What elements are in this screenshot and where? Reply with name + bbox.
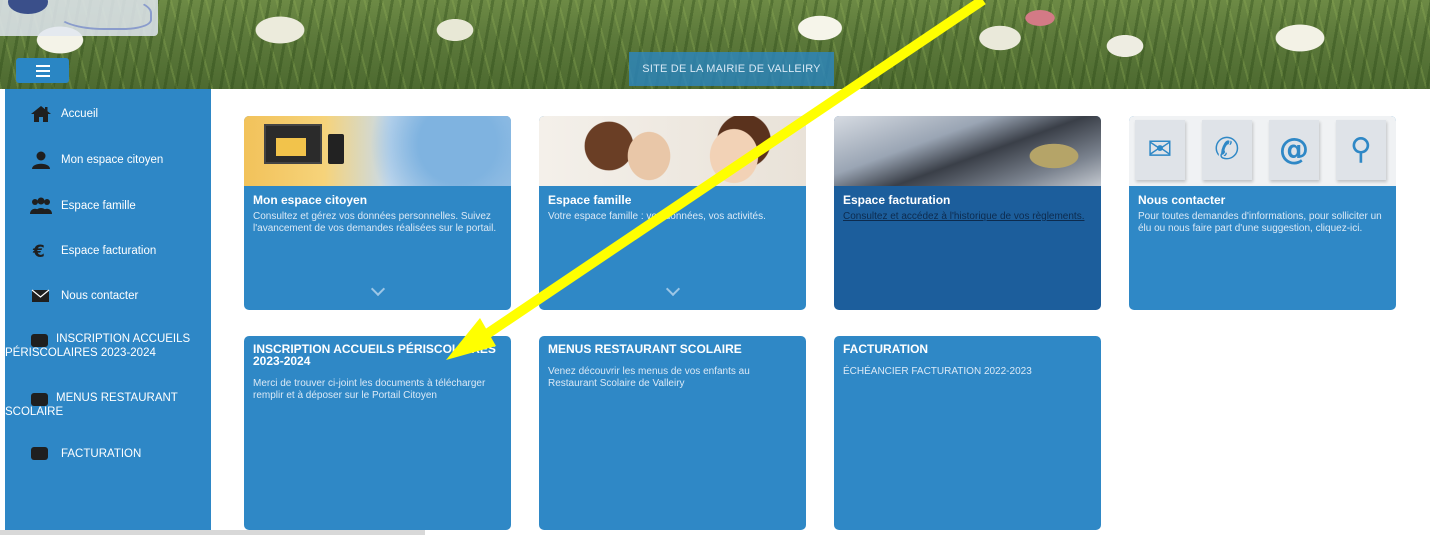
citoyen-image	[244, 116, 511, 186]
family-icon	[30, 197, 52, 214]
svg-text:€: €	[32, 242, 45, 260]
horizontal-scrollbar[interactable]	[0, 530, 425, 535]
sidebar-item-inscription-periscolaires[interactable]: INSCRIPTION ACCUEILS PÉRISCOLAIRES 2023-…	[5, 332, 211, 360]
chevron-down-icon[interactable]	[370, 281, 385, 297]
at-tile: @	[1269, 120, 1319, 180]
card-title: FACTURATION	[843, 342, 929, 356]
card-nous-contacter[interactable]: ✉ ✆ @ ⚲ Nous contacter Pour toutes deman…	[1129, 116, 1396, 310]
site-title[interactable]: SITE DE LA MAIRIE DE VALLEIRY	[629, 52, 834, 86]
phone-icon: ✆	[1214, 132, 1240, 167]
card-text: Venez découvrir les menus de vos enfants…	[548, 366, 750, 389]
location-pin-icon: ⚲	[1350, 132, 1372, 167]
menu-toggle-button[interactable]	[16, 58, 69, 83]
card-text: ÉCHÉANCIER FACTURATION 2022-2023	[843, 366, 1032, 377]
card-text: Pour toutes demandes d'informations, pou…	[1138, 211, 1382, 234]
mail-tile: ✉	[1135, 120, 1185, 180]
contact-image: ✉ ✆ @ ⚲	[1129, 116, 1396, 186]
card-link[interactable]: Consultez et accédez à l'historique de v…	[843, 211, 1092, 223]
location-tile: ⚲	[1336, 120, 1386, 180]
home-icon	[31, 106, 51, 122]
card-title: INSCRIPTION ACCUEILS PÉRISCOLAIRES 2023-…	[253, 342, 496, 368]
at-icon: @	[1279, 132, 1309, 167]
card-espace-famille[interactable]: Espace famille Votre espace famille : vo…	[539, 116, 806, 310]
sidebar: Accueil Mon espace citoyen Espace famill…	[5, 89, 211, 530]
square-icon	[31, 447, 48, 460]
card-title: MENUS RESTAURANT SCOLAIRE	[548, 342, 742, 356]
hamburger-icon	[35, 64, 50, 67]
card-menus-restaurant[interactable]: MENUS RESTAURANT SCOLAIRE Venez découvri…	[539, 336, 806, 530]
card-facturation[interactable]: FACTURATION ÉCHÉANCIER FACTURATION 2022-…	[834, 336, 1101, 530]
euro-icon: €	[32, 242, 45, 260]
mail-icon: ✉	[1147, 132, 1173, 167]
envelope-icon	[31, 289, 50, 302]
card-inscription-periscolaires[interactable]: INSCRIPTION ACCUEILS PÉRISCOLAIRES 2023-…	[244, 336, 511, 530]
header-banner: SITE DE LA MAIRIE DE VALLEIRY	[0, 0, 1430, 89]
user-icon	[32, 151, 50, 169]
sidebar-item-menus-restaurant[interactable]: MENUS RESTAURANT SCOLAIRE	[5, 391, 211, 419]
logo-script	[56, 0, 152, 30]
card-text: Merci de trouver ci-joint les documents …	[253, 378, 486, 401]
site-logo[interactable]	[0, 0, 158, 36]
card-title: Espace facturation	[843, 193, 951, 207]
chevron-down-icon[interactable]	[665, 281, 680, 297]
famille-image	[539, 116, 806, 186]
phone-tile: ✆	[1202, 120, 1252, 180]
square-icon	[31, 334, 48, 347]
facturation-image	[834, 116, 1101, 186]
card-title: Espace famille	[548, 193, 632, 207]
envelope-icon	[276, 138, 306, 156]
card-text: Consultez et gérez vos données personnel…	[253, 211, 497, 234]
card-title: Mon espace citoyen	[253, 193, 368, 207]
card-title: Nous contacter	[1138, 193, 1226, 207]
card-espace-facturation[interactable]: Espace facturation Consultez et accédez …	[834, 116, 1101, 310]
card-mon-espace-citoyen[interactable]: Mon espace citoyen Consultez et gérez vo…	[244, 116, 511, 310]
crest-icon	[8, 0, 48, 14]
card-text: Votre espace famille : vos données, vos …	[548, 211, 766, 222]
square-icon	[31, 393, 48, 406]
phone-icon	[328, 134, 344, 164]
